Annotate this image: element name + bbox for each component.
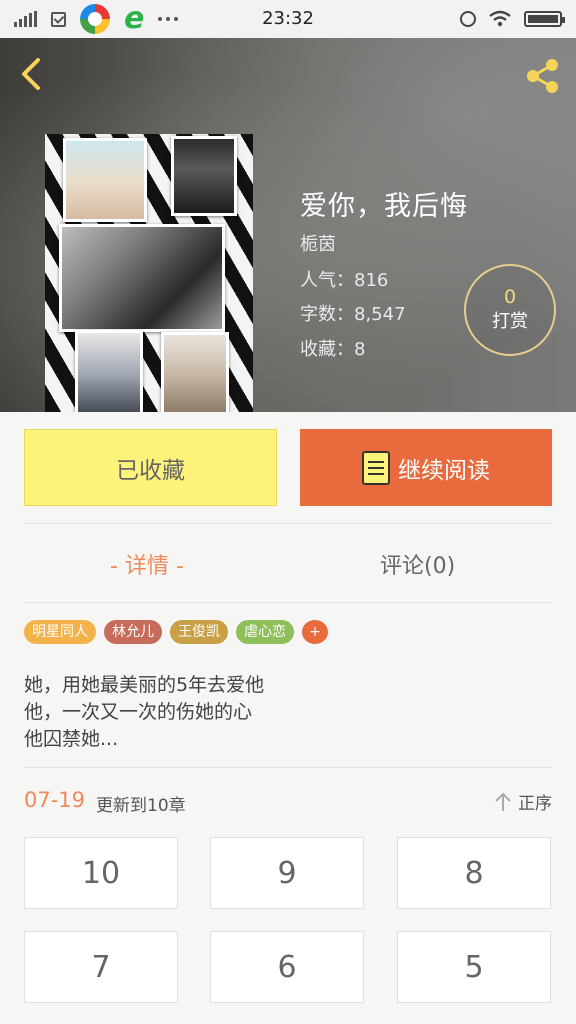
- chapter-button[interactable]: 10: [24, 837, 178, 909]
- chapter-button[interactable]: 6: [210, 931, 364, 1003]
- book-title: 爱你，我后悔: [300, 191, 468, 222]
- chapter-button[interactable]: 5: [397, 931, 551, 1003]
- status-bar-right: [460, 0, 565, 38]
- chevron-left-icon[interactable]: [14, 54, 54, 94]
- favorites-stat: 收藏：8: [300, 339, 366, 360]
- tab-comments[interactable]: 评论(0): [380, 548, 455, 580]
- divider: [24, 767, 552, 768]
- book-cover: [45, 134, 253, 412]
- tag-list: 明星同人 林允儿 王俊凯 虐心恋 +: [24, 620, 328, 644]
- description-line: 他，一次又一次的伤她的心: [24, 701, 253, 723]
- divider: [24, 523, 552, 524]
- tip-label: 打赏: [492, 311, 528, 332]
- description-line: 她，用她最美丽的5年去爱他: [24, 674, 265, 696]
- book-icon: [362, 450, 390, 485]
- chapter-button[interactable]: 7: [24, 931, 178, 1003]
- continue-reading-label: 继续阅读: [398, 457, 490, 484]
- sort-order-button[interactable]: 正序: [494, 789, 552, 814]
- chapter-button[interactable]: 8: [397, 837, 551, 909]
- back-button[interactable]: [14, 54, 54, 94]
- favorited-button[interactable]: 已收藏: [24, 429, 277, 506]
- tag[interactable]: 王俊凯: [170, 620, 228, 644]
- tag[interactable]: 虐心恋: [236, 620, 294, 644]
- chapter-button[interactable]: 9: [210, 837, 364, 909]
- book-description[interactable]: 她，用她最美丽的5年去爱他 他，一次又一次的伤她的心 他囚禁她...: [24, 672, 544, 753]
- add-tag-button[interactable]: +: [302, 620, 328, 644]
- word-count-stat: 字数：8,547: [300, 304, 406, 325]
- cover-photo: [171, 136, 237, 216]
- tip-button[interactable]: 0 打赏: [464, 264, 556, 356]
- tip-count: 0: [503, 286, 517, 308]
- popularity-stat: 人气：816: [300, 270, 389, 291]
- sort-order-label: 正序: [518, 794, 552, 814]
- cover-photo: [63, 138, 147, 222]
- cover-photo: [75, 330, 143, 412]
- favorited-label: 已收藏: [116, 457, 185, 484]
- update-date: 07-19: [24, 788, 86, 812]
- cover-photo: [59, 224, 225, 332]
- share-button[interactable]: [520, 54, 564, 98]
- wifi-icon: [489, 10, 511, 27]
- alarm-icon: [460, 11, 476, 27]
- share-icon[interactable]: [520, 54, 564, 98]
- book-author[interactable]: 栀茵: [300, 230, 336, 256]
- tag[interactable]: 明星同人: [24, 620, 96, 644]
- description-line: 他囚禁她...: [24, 728, 119, 750]
- battery-icon: [524, 11, 565, 27]
- status-bar: e 23:32: [0, 0, 576, 38]
- continue-reading-button[interactable]: 继续阅读: [300, 429, 552, 506]
- book-header: 爱你，我后悔 栀茵 人气：816 字数：8,547 收藏：8 0 打赏: [0, 38, 576, 412]
- divider: [24, 602, 552, 603]
- cover-photo: [161, 332, 229, 412]
- tag[interactable]: 林允儿: [104, 620, 162, 644]
- tab-details[interactable]: - 详情 -: [110, 548, 184, 580]
- update-text: 更新到10章: [96, 796, 186, 816]
- arrow-up-icon: [495, 792, 511, 811]
